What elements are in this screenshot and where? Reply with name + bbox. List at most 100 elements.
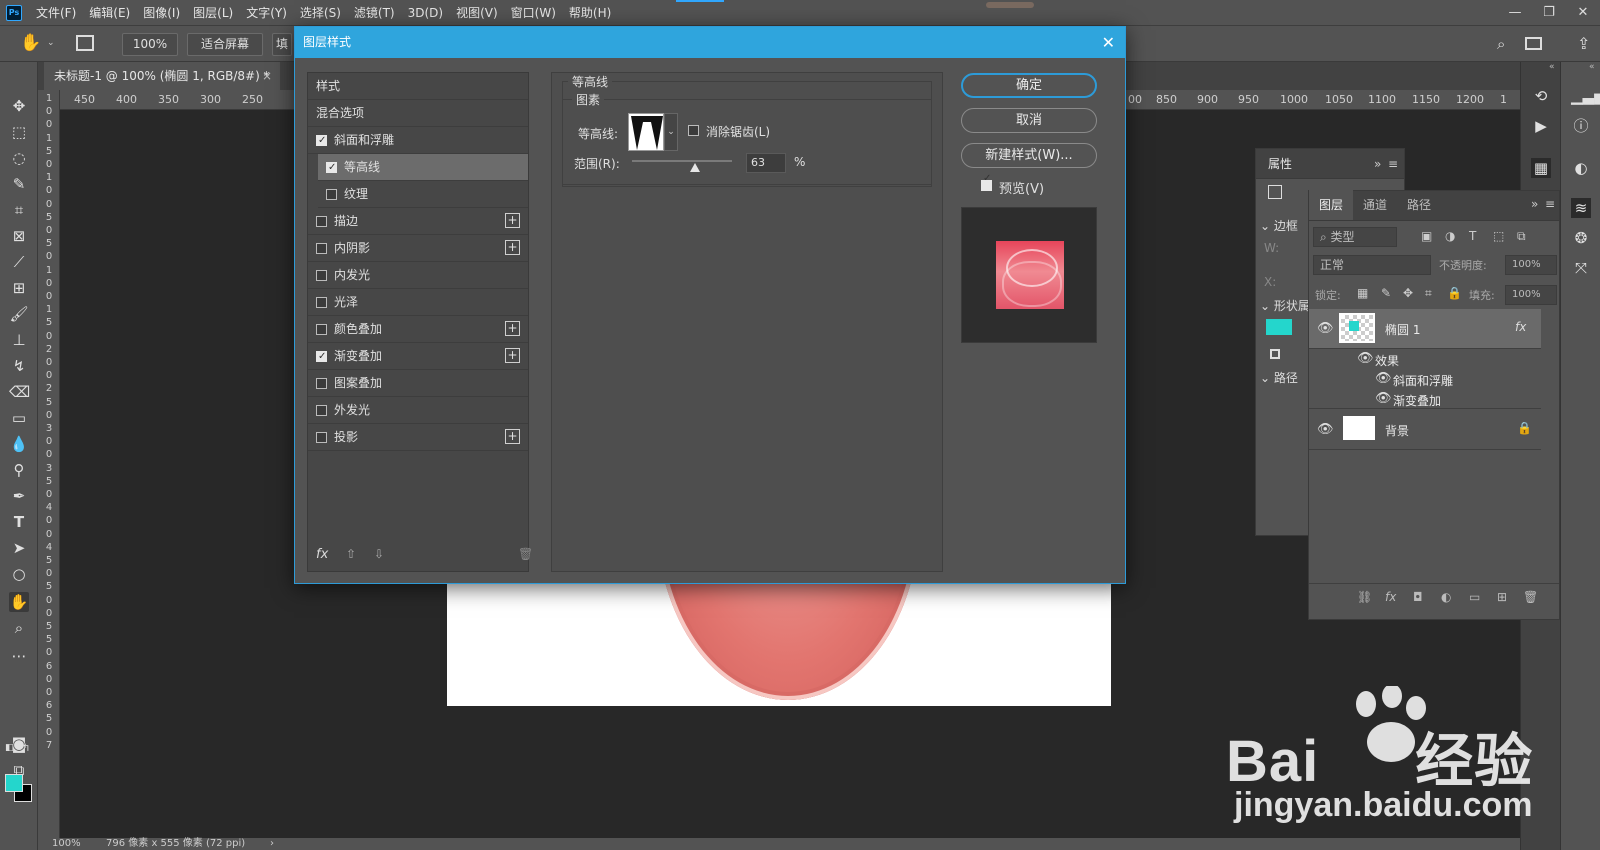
filter-adjustment-icon[interactable]: ◑ bbox=[1445, 229, 1455, 243]
lasso-tool-icon[interactable]: ◌ bbox=[9, 148, 29, 168]
hand-tool-icon[interactable]: ✋ bbox=[9, 592, 29, 612]
quick-mask-icon[interactable]: ◙ bbox=[9, 734, 29, 754]
color-overlay-checkbox[interactable] bbox=[316, 324, 327, 335]
lock-all-icon[interactable]: 🔒 bbox=[1447, 286, 1462, 300]
zoom-level-button[interactable]: 100% bbox=[122, 33, 178, 56]
dialog-title-bar[interactable]: 图层样式 ✕ bbox=[295, 27, 1125, 58]
stroke-checkbox[interactable] bbox=[316, 216, 327, 227]
fx-icon[interactable]: fx bbox=[1515, 320, 1526, 334]
frame-tool-icon[interactable]: ⊠ bbox=[9, 226, 29, 246]
blur-tool-icon[interactable]: 💧 bbox=[9, 434, 29, 454]
collapse-strip-icon[interactable]: « bbox=[1589, 62, 1595, 72]
foreground-color-swatch[interactable] bbox=[5, 774, 23, 792]
quick-select-tool-icon[interactable]: ✎ bbox=[9, 174, 29, 194]
style-item-contour[interactable]: 等高线 bbox=[318, 154, 528, 181]
style-item-blending-options[interactable]: 混合选项 bbox=[308, 100, 528, 127]
style-item-gradient-overlay[interactable]: 渐变叠加 + bbox=[308, 343, 528, 370]
move-down-icon[interactable]: ⇩ bbox=[374, 547, 384, 561]
adjustments-panel-icon[interactable]: ◐ bbox=[1571, 158, 1591, 178]
eyedropper-tool-icon[interactable]: ⟋ bbox=[9, 252, 29, 272]
lock-artboard-icon[interactable]: ⌗ bbox=[1425, 286, 1432, 301]
new-group-icon[interactable]: ▭ bbox=[1469, 590, 1480, 604]
ellipse-tool-icon[interactable]: ○ bbox=[9, 564, 29, 584]
workspace-icon[interactable] bbox=[1525, 37, 1542, 50]
filter-type-icon[interactable]: T bbox=[1469, 229, 1476, 243]
clone-stamp-tool-icon[interactable]: ⊥ bbox=[9, 330, 29, 350]
drop-shadow-checkbox[interactable] bbox=[316, 432, 327, 443]
inner-shadow-checkbox[interactable] bbox=[316, 243, 327, 254]
new-layer-icon[interactable]: ⊞ bbox=[1497, 590, 1507, 604]
gradient-tool-icon[interactable]: ▭ bbox=[9, 408, 29, 428]
opacity-input[interactable]: 100% bbox=[1505, 255, 1557, 275]
inner-glow-checkbox[interactable] bbox=[316, 270, 327, 281]
menu-help[interactable]: 帮助(H) bbox=[569, 4, 611, 21]
style-item-stroke[interactable]: 描边 + bbox=[308, 208, 528, 235]
collapse-strip-icon[interactable]: « bbox=[1549, 62, 1555, 72]
menu-select[interactable]: 选择(S) bbox=[300, 4, 341, 21]
expand-panel-icon[interactable]: » bbox=[1374, 149, 1381, 179]
range-input[interactable]: 63 bbox=[746, 153, 786, 173]
delete-layer-icon[interactable]: 🗑 bbox=[1523, 590, 1538, 604]
style-item-styles[interactable]: 样式 bbox=[308, 73, 528, 100]
style-item-pattern-overlay[interactable]: 图案叠加 bbox=[308, 370, 528, 397]
eye-icon[interactable]: 👁 bbox=[1317, 321, 1334, 336]
channels-panel-icon[interactable]: ❂ bbox=[1571, 228, 1591, 248]
lock-transparent-icon[interactable]: ▦ bbox=[1357, 286, 1368, 300]
menu-layer[interactable]: 图层(L) bbox=[193, 4, 233, 21]
new-adjustment-icon[interactable]: ◐ bbox=[1441, 590, 1451, 604]
add-stroke-button[interactable]: + bbox=[505, 213, 520, 228]
add-mask-icon[interactable]: ◘ bbox=[1413, 590, 1423, 604]
style-item-outer-glow[interactable]: 外发光 bbox=[308, 397, 528, 424]
add-style-icon[interactable]: fx bbox=[1385, 590, 1396, 604]
hand-tool-preset-icon[interactable]: ✋ bbox=[20, 33, 41, 53]
expand-panel-icon[interactable]: » bbox=[1531, 197, 1538, 211]
blend-mode-select[interactable]: 正常 bbox=[1313, 255, 1431, 275]
libraries-panel-icon[interactable]: ▦ bbox=[1531, 158, 1551, 178]
filter-smart-object-icon[interactable]: ⧉ bbox=[1517, 229, 1526, 244]
close-document-icon[interactable]: × bbox=[262, 62, 272, 90]
layer-effect-bevel[interactable]: 👁 斜面和浮雕 bbox=[1309, 369, 1541, 389]
menu-type[interactable]: 文字(Y) bbox=[246, 4, 287, 21]
section-border-label[interactable]: ⌄ 边框 bbox=[1260, 217, 1298, 234]
section-path-label[interactable]: ⌄ 路径 bbox=[1260, 369, 1298, 386]
more-tools-icon[interactable]: ⋯ bbox=[9, 646, 29, 666]
cancel-button[interactable]: 取消 bbox=[961, 108, 1097, 133]
layer-effect-gradient-overlay[interactable]: 👁 渐变叠加 bbox=[1309, 389, 1541, 409]
satin-checkbox[interactable] bbox=[316, 297, 327, 308]
paths-panel-icon[interactable]: ⤧ bbox=[1571, 258, 1591, 278]
eye-icon[interactable]: 👁 bbox=[1375, 371, 1392, 386]
path-op-icon[interactable] bbox=[1270, 349, 1280, 359]
menu-image[interactable]: 图像(I) bbox=[143, 4, 180, 21]
style-item-drop-shadow[interactable]: 投影 + bbox=[308, 424, 528, 451]
gradient-overlay-checkbox[interactable] bbox=[316, 344, 327, 370]
eye-icon[interactable]: 👁 bbox=[1357, 351, 1374, 366]
healing-brush-tool-icon[interactable]: ⊞ bbox=[9, 278, 29, 298]
info-panel-icon[interactable]: ⓘ bbox=[1571, 116, 1591, 136]
fill-screen-button[interactable]: 填 bbox=[272, 33, 292, 56]
move-up-icon[interactable]: ⇧ bbox=[346, 547, 356, 561]
chevron-down-icon[interactable]: ⌄ bbox=[664, 113, 678, 151]
menu-file[interactable]: 文件(F) bbox=[36, 4, 76, 21]
section-shape-label[interactable]: ⌄ 形状属 bbox=[1260, 297, 1310, 314]
add-color-overlay-button[interactable]: + bbox=[505, 321, 520, 336]
chevron-down-icon[interactable]: ⌄ bbox=[47, 38, 55, 48]
lock-icon[interactable]: 🔒 bbox=[1517, 421, 1532, 435]
bevel-emboss-checkbox[interactable] bbox=[316, 128, 327, 154]
delete-effect-icon[interactable]: 🗑 bbox=[518, 547, 533, 561]
history-panel-icon[interactable]: ⟲ bbox=[1531, 86, 1551, 106]
path-select-tool-icon[interactable]: ➤ bbox=[9, 538, 29, 558]
texture-checkbox[interactable] bbox=[326, 189, 337, 200]
layer-name[interactable]: 椭圆 1 bbox=[1385, 321, 1420, 338]
style-item-satin[interactable]: 光泽 bbox=[308, 289, 528, 316]
move-tool-icon[interactable]: ✥ bbox=[9, 96, 29, 116]
fill-input[interactable]: 100% bbox=[1505, 285, 1557, 305]
add-drop-shadow-button[interactable]: + bbox=[505, 429, 520, 444]
antialias-checkbox[interactable] bbox=[688, 125, 699, 136]
document-tab[interactable]: 未标题-1 @ 100% (椭圆 1, RGB/8#) * × bbox=[44, 62, 280, 90]
eraser-tool-icon[interactable]: ⌫ bbox=[9, 382, 30, 402]
eye-icon[interactable]: 👁 bbox=[1375, 391, 1392, 406]
history-brush-tool-icon[interactable]: ↯ bbox=[9, 356, 29, 376]
preview-checkbox[interactable] bbox=[981, 173, 992, 191]
pen-tool-icon[interactable]: ✒ bbox=[9, 486, 29, 506]
menu-edit[interactable]: 编辑(E) bbox=[89, 4, 130, 21]
